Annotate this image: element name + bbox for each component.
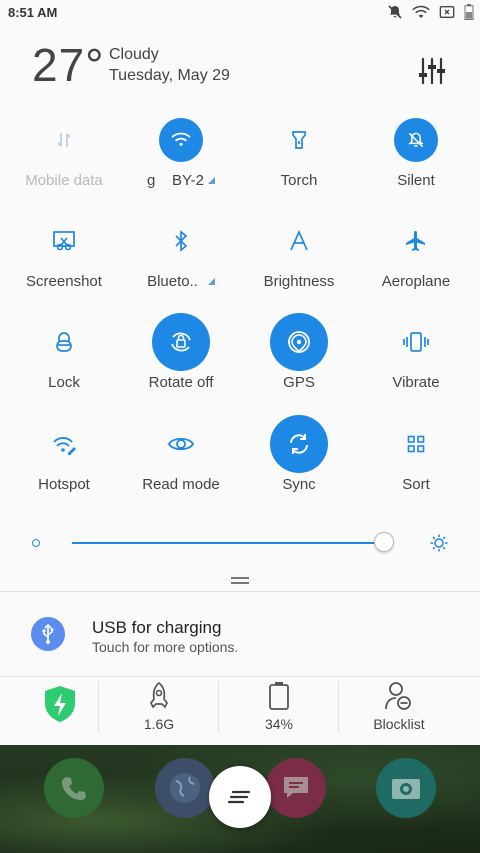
expand-triangle-icon	[207, 177, 215, 184]
brightness-knob[interactable]	[373, 532, 394, 552]
weather-condition: Cloudy	[109, 46, 159, 63]
quick-settings-edit-button[interactable]	[416, 56, 448, 86]
silent-bell-icon	[394, 118, 438, 162]
tile-screenshot[interactable]: Screenshot	[5, 219, 123, 311]
bluetooth-icon	[159, 219, 203, 263]
phone-app-icon[interactable]	[44, 758, 104, 818]
lock-icon	[42, 320, 86, 364]
rotate-lock-icon	[152, 313, 210, 371]
tile-label: Screenshot	[26, 273, 102, 290]
clear-all-icon	[228, 790, 251, 804]
tile-label: Sort	[402, 476, 430, 493]
tile-label: Lock	[48, 374, 80, 391]
tile-label: Rotate off	[148, 374, 214, 391]
torch-icon	[277, 118, 321, 162]
aeroplane-icon	[394, 219, 438, 263]
blocklist-label: Blocklist	[373, 716, 425, 732]
tile-label: Vibrate	[392, 374, 440, 391]
tile-hotspot[interactable]: Hotspot	[5, 422, 123, 514]
tile-label: GPS	[283, 374, 315, 391]
battery-shortcut[interactable]: 34%	[219, 677, 339, 745]
grid-icon	[394, 422, 438, 466]
brightness-track[interactable]	[72, 542, 390, 544]
tile-sync[interactable]: Sync	[240, 415, 358, 514]
brightness-slider[interactable]	[0, 522, 480, 566]
screenshot-icon	[42, 219, 86, 263]
hotspot-icon	[42, 422, 86, 466]
tile-label: Read mode	[142, 476, 220, 493]
tile-silent[interactable]: Silent	[357, 118, 475, 210]
tile-label: Blueto..	[147, 273, 198, 290]
tile-brightness[interactable]: Brightness	[240, 219, 358, 311]
tile-sort[interactable]: Sort	[357, 422, 475, 514]
rocket-icon	[147, 681, 171, 716]
tile-label: Mobile data	[25, 172, 103, 189]
maps-app-icon[interactable]	[155, 758, 215, 818]
battery-icon	[268, 681, 290, 716]
usb-notification[interactable]: USB for charging Touch for more options.	[0, 592, 480, 676]
panel-drag-handle[interactable]	[231, 577, 249, 584]
brightness-low-icon	[32, 539, 40, 547]
tile-label: Brightness	[263, 273, 335, 290]
tile-label: Aeroplane	[381, 273, 451, 290]
notification-subtitle: Touch for more options.	[92, 639, 239, 655]
sliders-icon	[419, 57, 445, 85]
eye-icon	[159, 422, 203, 466]
tile-wifi[interactable]: g BY-2	[122, 118, 240, 210]
status-time: 8:51 AM	[8, 5, 58, 20]
tile-label: Silent	[397, 172, 435, 189]
brightness-high-icon	[430, 534, 448, 557]
shield-icon	[43, 685, 77, 728]
blocklist-shortcut[interactable]: Blocklist	[339, 677, 459, 745]
tile-torch[interactable]: Torch	[240, 118, 358, 210]
expand-triangle-icon	[207, 278, 215, 285]
notification-dismiss-button[interactable]	[209, 766, 271, 828]
battery-status-icon	[464, 4, 474, 20]
home-screen-background	[0, 745, 480, 853]
tile-gps[interactable]: GPS	[240, 313, 358, 412]
vibrate-icon	[394, 320, 438, 364]
tile-label: Hotspot	[38, 476, 90, 493]
memory-label: 1.6G	[143, 716, 175, 732]
wifi-icon	[159, 118, 203, 162]
battery-label: 34%	[264, 716, 294, 732]
usb-icon	[31, 617, 65, 651]
tile-lock[interactable]: Lock	[5, 320, 123, 412]
mobile-data-icon	[42, 118, 86, 162]
date-text: Tuesday, May 29	[109, 67, 230, 84]
tile-label: Sync	[282, 476, 316, 493]
tile-read-mode[interactable]: Read mode	[122, 422, 240, 514]
memory-boost-shortcut[interactable]: 1.6G	[99, 677, 219, 745]
tile-label: Torch	[280, 172, 318, 189]
mute-notification-icon	[387, 4, 403, 20]
brightness-a-icon	[277, 219, 321, 263]
tile-label: g BY-2	[147, 172, 204, 189]
temperature: 27°	[32, 39, 105, 91]
tile-bluetooth[interactable]: Blueto..	[122, 219, 240, 311]
tile-mobile-data[interactable]: Mobile data	[5, 118, 123, 210]
gps-icon	[270, 313, 328, 371]
notification-title: USB for charging	[92, 618, 222, 637]
messages-app-icon[interactable]	[266, 758, 326, 818]
status-bar: 8:51 AM	[0, 0, 480, 26]
tile-aeroplane[interactable]: Aeroplane	[357, 219, 475, 311]
blocklist-user-icon	[385, 681, 413, 716]
tile-rotate[interactable]: Rotate off	[122, 313, 240, 412]
camera-app-icon[interactable]	[376, 758, 436, 818]
tile-vibrate[interactable]: Vibrate	[357, 320, 475, 412]
no-sim-icon	[439, 4, 455, 20]
bottom-quick-bar: 1.6G 34% Blocklist	[0, 677, 480, 745]
wifi-status-icon	[412, 4, 430, 20]
sync-icon	[270, 415, 328, 473]
